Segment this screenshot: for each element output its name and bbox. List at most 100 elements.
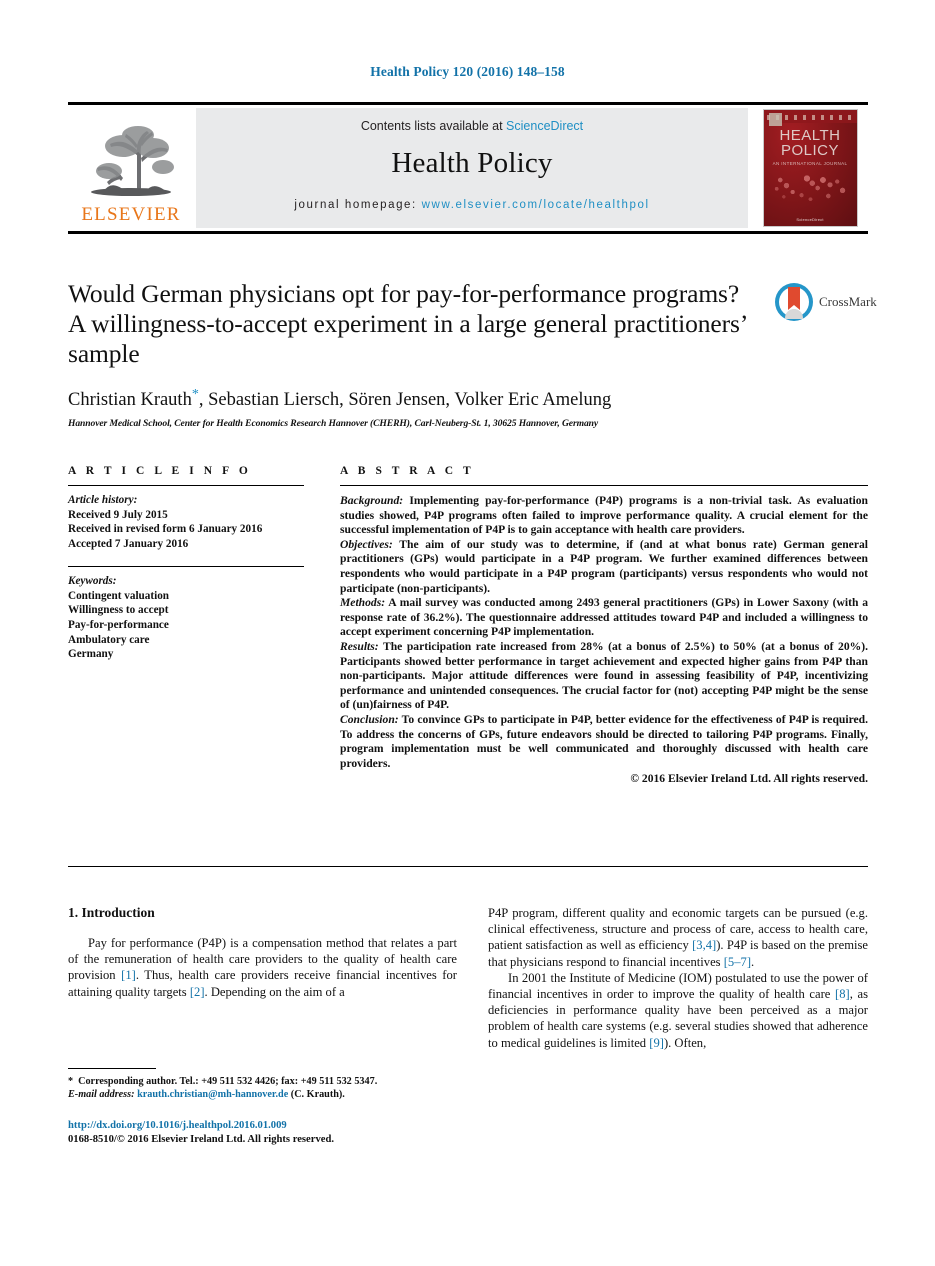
article-history-item: Accepted 7 January 2016 <box>68 537 189 550</box>
abstract-section-label: Conclusion: <box>340 712 399 726</box>
corresponding-author-note: * Corresponding author. Tel.: +49 511 532… <box>68 1075 458 1088</box>
corresponding-author-marker[interactable]: * <box>192 387 199 402</box>
article-info-divider <box>68 485 304 486</box>
citation-link[interactable]: [3,4] <box>692 938 716 952</box>
journal-title: Health Policy <box>391 147 553 179</box>
crossmark-ribbon-icon <box>788 287 800 310</box>
body-left-paragraphs: Pay for performance (P4P) is a compensat… <box>68 935 457 1000</box>
elsevier-logo: ELSEVIER <box>70 108 192 228</box>
abstract-section-label: Objectives: <box>340 537 393 551</box>
keyword-item: Pay-for-performance <box>68 618 169 631</box>
abstract-section: Results: The participation rate increase… <box>340 640 868 713</box>
article-info-spacer <box>68 551 304 564</box>
journal-masthead: ELSEVIER Contents lists available at Sci… <box>68 102 868 234</box>
footnote-block: * Corresponding author. Tel.: +49 511 532… <box>68 1075 458 1102</box>
abstract-section: Methods: A mail survey was conducted amo… <box>340 596 868 640</box>
abstract-body: Background: Implementing pay-for-perform… <box>340 494 868 771</box>
article-page: Health Policy 120 (2016) 148–158 ELSEVIE… <box>0 0 935 1266</box>
footnote-rule <box>68 1068 156 1069</box>
abstract-heading: A B S T R A C T <box>340 465 475 477</box>
email-note: E-mail address: krauth.christian@mh-hann… <box>68 1088 458 1101</box>
cover-image: HEALTH POLICY AN INTERNATIONAL JOURNAL S… <box>762 109 858 227</box>
cover-footer-mark: ScienceDirect <box>796 217 824 222</box>
sciencedirect-link[interactable]: ScienceDirect <box>506 119 583 133</box>
abstract-section-text: Implementing pay-for-performance (P4P) p… <box>340 494 868 537</box>
body-column-right: P4P program, different quality and econo… <box>488 905 868 1051</box>
abstract-section: Conclusion: To convince GPs to participa… <box>340 713 868 771</box>
body-right-paragraphs: P4P program, different quality and econo… <box>488 905 868 1051</box>
elsevier-wordmark: ELSEVIER <box>81 204 181 225</box>
citation-link[interactable]: [9] <box>649 1036 664 1050</box>
cover-title: HEALTH POLICY <box>764 128 857 158</box>
abstract-section-text: The aim of our study was to determine, i… <box>340 537 868 595</box>
email-owner: (C. Krauth). <box>290 1089 345 1101</box>
journal-homepage-line: journal homepage: www.elsevier.com/locat… <box>196 199 748 211</box>
email-label: E-mail address: <box>68 1089 135 1101</box>
keyword-item: Contingent valuation <box>68 589 170 602</box>
keyword-item: Ambulatory care <box>68 633 150 646</box>
keywords-label: Keywords: <box>68 575 117 588</box>
keyword-item: Willingness to accept <box>68 604 169 617</box>
body-column-left: 1. Introduction Pay for performance (P4P… <box>68 905 457 1000</box>
contents-prefix: Contents lists available at <box>360 119 507 133</box>
abstract-section-text: To convince GPs to participate in P4P, b… <box>340 712 868 770</box>
article-history-item: Received in revised form 6 January 2016 <box>68 523 263 536</box>
section-heading-introduction: 1. Introduction <box>68 905 155 920</box>
abstract-section-label: Methods: <box>340 596 386 610</box>
crossmark-icon <box>775 283 813 321</box>
paragraph-text: In 2001 the Institute of Medicine (IOM) … <box>488 970 868 1002</box>
doi-link[interactable]: http://dx.doi.org/10.1016/j.healthpol.20… <box>68 1119 468 1133</box>
cover-title-line2: POLICY <box>780 142 840 159</box>
article-info-column: A R T I C L E I N F O Article history: R… <box>68 465 304 662</box>
cover-elsevier-mark <box>768 113 782 126</box>
abstract-column: A B S T R A C T Background: Implementing… <box>340 465 868 787</box>
paragraph-text: ). Often, <box>663 1035 707 1050</box>
journal-cover-thumbnail: HEALTH POLICY AN INTERNATIONAL JOURNAL S… <box>758 108 862 228</box>
article-info-heading: A R T I C L E I N F O <box>68 465 252 477</box>
article-history-label: Article history: <box>68 494 138 506</box>
email-link[interactable]: krauth.christian@mh-hannover.de <box>137 1089 288 1100</box>
abstract-section: Objectives: The aim of our study was to … <box>340 538 868 596</box>
citation-link[interactable]: [1] <box>121 968 136 982</box>
page-title: Would German physicians opt for pay-for-… <box>68 279 747 368</box>
contents-available-line: Contents lists available at ScienceDirec… <box>196 119 748 133</box>
homepage-prefix: journal homepage: <box>294 199 422 211</box>
paragraph-text: . <box>751 954 755 969</box>
authors-remaining: , Sebastian Liersch, Sören Jensen, Volke… <box>198 390 612 411</box>
author-affiliation: Hannover Medical School, Center for Heal… <box>68 418 599 430</box>
author-list: Christian Krauth*, Sebastian Liersch, Sö… <box>68 387 758 411</box>
cover-title-line1: HEALTH <box>779 127 841 144</box>
citation-link[interactable]: [2] <box>190 985 205 999</box>
journal-homepage-link[interactable]: www.elsevier.com/locate/healthpol <box>422 199 650 211</box>
title-block: Would German physicians opt for pay-for-… <box>68 279 758 429</box>
cover-subtitle: AN INTERNATIONAL JOURNAL <box>772 161 848 166</box>
abstract-copyright: © 2016 Elsevier Ireland Ltd. All rights … <box>630 772 868 786</box>
body-paragraph: P4P program, different quality and econo… <box>488 905 868 970</box>
abstract-bottom-rule <box>68 866 868 867</box>
crossmark-badge[interactable]: CrossMark <box>775 282 877 322</box>
abstract-section: Background: Implementing pay-for-perform… <box>340 494 868 538</box>
abstract-divider <box>340 485 868 486</box>
keywords-divider <box>68 566 304 568</box>
author-first: Christian Krauth <box>68 390 192 411</box>
abstract-section-label: Background: <box>340 494 404 507</box>
citation-link[interactable]: [5–7] <box>724 955 751 969</box>
elsevier-tree-icon <box>83 122 179 204</box>
masthead-bottom-rule <box>68 231 868 234</box>
crossmark-label: CrossMark <box>819 294 877 309</box>
footnote-star-marker: * <box>68 1076 74 1087</box>
abstract-section-label: Results: <box>340 639 379 653</box>
body-paragraph: In 2001 the Institute of Medicine (IOM) … <box>488 970 868 1051</box>
journal-header-box: Contents lists available at ScienceDirec… <box>196 108 748 228</box>
citation-link[interactable]: [8] <box>835 987 850 1001</box>
masthead-top-rule <box>68 102 868 105</box>
issn-copyright-line: 0168-8510/© 2016 Elsevier Ireland Ltd. A… <box>68 1134 334 1145</box>
cover-world-map-graphic <box>765 168 855 208</box>
doi-block: http://dx.doi.org/10.1016/j.healthpol.20… <box>68 1119 468 1147</box>
article-history-item: Received 9 July 2015 <box>68 508 168 521</box>
body-paragraph: Pay for performance (P4P) is a compensat… <box>68 935 457 1000</box>
abstract-section-text: The participation rate increased from 28… <box>340 639 868 712</box>
paragraph-text: . Depending on the aim of a <box>204 984 345 999</box>
corresponding-author-text: Corresponding author. Tel.: +49 511 532 … <box>78 1076 378 1087</box>
running-head: Health Policy 120 (2016) 148–158 <box>370 64 565 79</box>
